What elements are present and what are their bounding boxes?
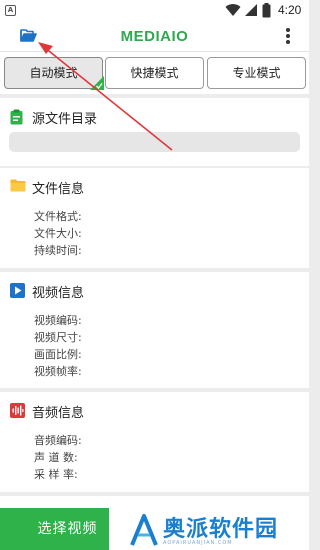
source-title: 源文件目录 (32, 112, 98, 127)
status-bar: A 4:20 (0, 0, 309, 22)
duration-label: 持续时间: (34, 244, 82, 257)
video-codec-label: 视频编码: (34, 314, 82, 327)
frame-rate-label: 视频帧率: (34, 365, 82, 378)
file-info-card: 文件信息 文件格式: 文件大小: 持续时间: (0, 168, 309, 268)
tab-quick-mode[interactable]: 快捷模式 (105, 57, 204, 89)
file-size-label: 文件大小: (34, 227, 82, 240)
source-directory-card: 源文件目录 (0, 98, 309, 166)
sample-rate-label: 采 样 率: (34, 468, 78, 481)
bottom-bar: 选择视频 奥派软件园 AOPAIRUANJIAN.COM (0, 508, 309, 550)
battery-icon (262, 3, 271, 18)
wifi-icon (225, 4, 241, 17)
watermark-subtext: AOPAIRUANJIAN.COM (163, 540, 233, 546)
channels-label: 声 道 数: (34, 451, 78, 464)
watermark-logo: 奥派软件园 AOPAIRUANJIAN.COM (129, 511, 309, 549)
file-info-title: 文件信息 (32, 182, 85, 197)
source-path-field[interactable] (9, 132, 300, 152)
audio-info-title: 音频信息 (32, 406, 85, 421)
clock-time: 4:20 (278, 3, 302, 17)
audio-wave-icon (10, 403, 25, 418)
tab-auto-mode[interactable]: 自动模式 (4, 57, 103, 89)
app-toolbar: MEDIAIO (0, 22, 309, 52)
selected-check-icon (90, 76, 104, 90)
more-options-icon[interactable] (285, 27, 291, 47)
video-info-card: 视频信息 视频编码: 视频尺寸: 画面比例: 视频帧率: (0, 272, 309, 388)
video-play-icon (10, 283, 25, 298)
tab-pro-mode[interactable]: 专业模式 (207, 57, 306, 89)
audio-info-card: 音频信息 音频编码: 声 道 数: 采 样 率: (0, 392, 309, 492)
audio-codec-label: 音频编码: (34, 434, 82, 447)
aspect-ratio-label: 画面比例: (34, 348, 82, 361)
folder-icon (10, 179, 26, 192)
app-title: MEDIAIO (120, 28, 189, 45)
clipboard-icon (10, 109, 23, 125)
watermark-text: 奥派软件园 (163, 517, 279, 542)
video-info-title: 视频信息 (32, 286, 85, 301)
video-size-label: 视频尺寸: (34, 331, 82, 344)
file-format-label: 文件格式: (34, 210, 82, 223)
signal-icon (245, 4, 257, 16)
next-card-partial (0, 496, 309, 508)
mode-tabs: 自动模式 快捷模式 专业模式 (0, 52, 309, 94)
watermark-a-logo-icon (130, 514, 158, 546)
notification-a-icon: A (5, 5, 16, 16)
select-video-button[interactable]: 选择视频 (0, 508, 109, 550)
